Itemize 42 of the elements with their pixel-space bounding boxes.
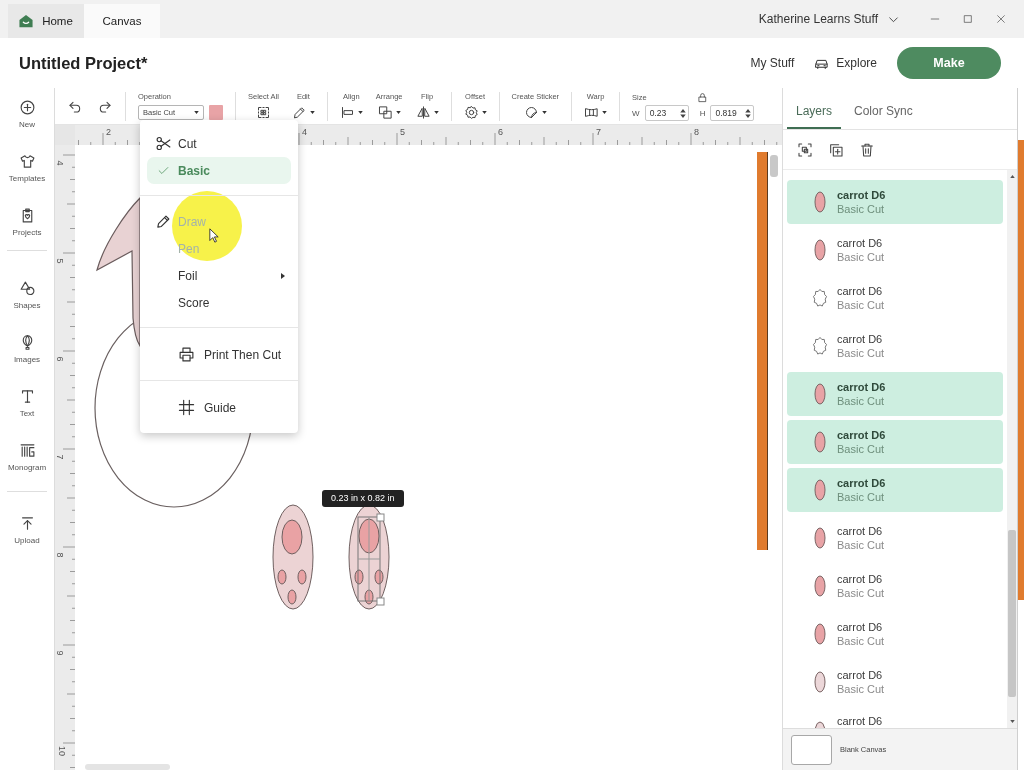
layer-name: carrot D6 [837, 187, 886, 202]
project-title: Untitled Project* [19, 53, 148, 73]
ruler-number: 8 [694, 127, 699, 137]
layer-operation: Basic Cut [837, 633, 885, 649]
field-label: H [699, 108, 706, 118]
size-tooltip: 0.23 in x 0.82 in [322, 490, 404, 507]
field-label: W [632, 108, 640, 118]
ruler-number: 4 [54, 160, 65, 166]
layer-operation: Basic Cut [837, 537, 885, 553]
layer-name: carrot D6 [837, 379, 886, 394]
layer-name: carrot D6 [837, 283, 884, 298]
layer-operation: Basic Cut [837, 489, 886, 505]
ruler-number: 5 [400, 127, 405, 137]
ruler-number: 4 [302, 127, 307, 137]
ruler-number: 9 [54, 650, 65, 656]
layer-operation: Basic Cut [837, 441, 886, 457]
ruler-number: 7 [596, 127, 601, 137]
layer-operation: Basic Cut [837, 393, 886, 409]
layer-operation: Basic Cut [837, 249, 885, 265]
layer-operation: Basic Cut [837, 345, 885, 361]
layer-name: carrot D6 [837, 667, 884, 682]
layer-name: carrot D6 [837, 619, 884, 634]
menu-category-label: Cut [178, 136, 197, 151]
layer-name: carrot D6 [837, 331, 884, 346]
layer-operation: Basic Cut [837, 201, 886, 217]
layer-name: carrot D6 [837, 571, 884, 586]
layer-name: carrot D6 [837, 235, 884, 250]
ruler-number: 6 [54, 356, 65, 362]
ruler-number: 10 [57, 746, 67, 756]
ruler-number: 8 [54, 552, 65, 558]
layer-operation: Basic Cut [837, 585, 885, 601]
ruler-number: 6 [498, 127, 503, 137]
ruler-number: 7 [54, 454, 65, 460]
layer-name: carrot D6 [837, 427, 886, 442]
layer-operation: Basic Cut [837, 297, 885, 313]
layer-name: carrot D6 [837, 714, 883, 728]
layer-operation: Basic Cut [837, 681, 885, 697]
layer-name: carrot D6 [837, 475, 886, 490]
ruler-number: 5 [54, 258, 65, 264]
ruler-number: 2 [106, 127, 111, 137]
layer-name: carrot D6 [837, 523, 884, 538]
menu-category-label: Draw [178, 214, 206, 229]
